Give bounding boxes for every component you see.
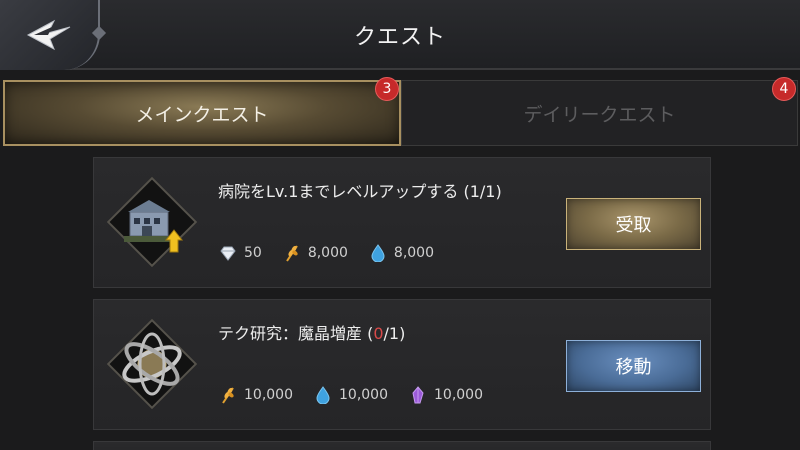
tab-main-quest[interactable]: メインクエスト (3, 80, 401, 146)
quest-title: 病院をLv.1までレベルアップする (1/1) (218, 182, 502, 201)
quest-tabs: メインクエスト 3 デイリークエスト 4 (0, 77, 800, 146)
quest-title-prefix: テク研究：魔晶増産 ( (218, 324, 374, 343)
reward-item: 10,000 (410, 386, 483, 404)
tab-daily-quest-label: デイリークエスト (523, 103, 676, 126)
reward-value: 50 (244, 245, 262, 261)
page-title: クエスト (353, 25, 446, 50)
reward-value: 10,000 (434, 387, 483, 403)
reward-list: 10,000 10,000 10,000 (220, 386, 483, 404)
claim-button[interactable]: 受取 (566, 198, 701, 250)
reward-value: 10,000 (244, 387, 293, 403)
water-drop-icon (316, 386, 330, 404)
move-button[interactable]: 移動 (566, 340, 701, 392)
reward-item: 10,000 (220, 386, 293, 404)
reward-item: 8,000 (370, 244, 434, 262)
water-drop-icon (371, 244, 385, 262)
crystal-icon (412, 386, 424, 404)
reward-item: 10,000 (315, 386, 388, 404)
quest-card: 病院をLv.1までレベルアップする (1/1) 50 8,000 8,000 受… (93, 157, 711, 288)
reward-item: 50 (220, 244, 262, 262)
reward-item: 8,000 (284, 244, 348, 262)
tab-daily-quest[interactable]: デイリークエスト (401, 80, 798, 146)
quest-title: テク研究：魔晶増産 (0/1) (218, 320, 405, 344)
wheat-icon (222, 387, 234, 404)
quest-card: テク研究：魔晶増産 (0/1) 10,000 10,000 10,000 移動 (93, 299, 711, 430)
tab-daily-quest-badge: 4 (772, 77, 796, 101)
diamond-icon (220, 246, 236, 261)
reward-value: 8,000 (393, 245, 435, 261)
quest-progress-current: 0 (373, 324, 384, 343)
reward-list: 50 8,000 8,000 (220, 244, 434, 262)
armillary-sphere-icon (106, 318, 198, 410)
quest-title-suffix: /1) (383, 324, 406, 343)
reward-value: 10,000 (339, 387, 388, 403)
header-bar: クエスト (0, 0, 800, 70)
tab-main-quest-label: メインクエスト (135, 103, 269, 126)
tab-main-quest-badge: 3 (375, 77, 399, 101)
quest-card (93, 441, 711, 450)
hospital-building-icon (106, 176, 198, 268)
reward-value: 8,000 (307, 245, 348, 261)
wheat-icon (285, 245, 298, 262)
